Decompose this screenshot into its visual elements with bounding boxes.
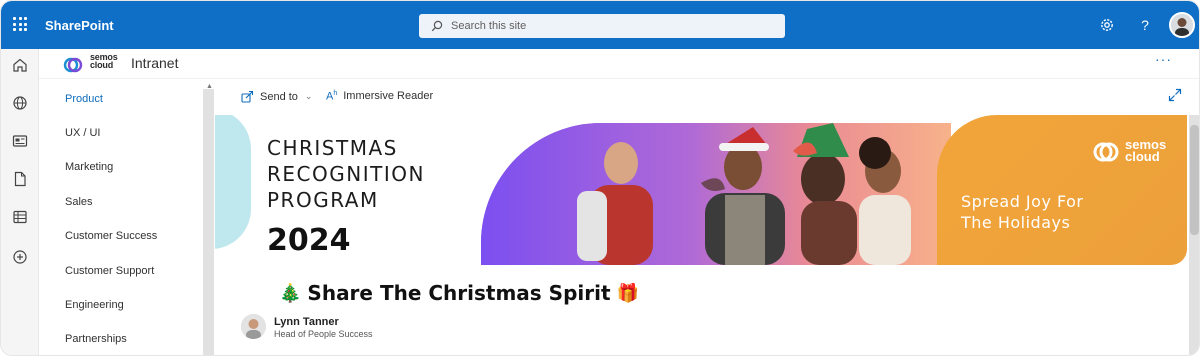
help-icon[interactable]: ? <box>1136 16 1154 34</box>
nav-item-partnerships[interactable]: Partnerships <box>65 333 127 345</box>
banner-year: 2024 <box>267 223 351 258</box>
banner-tagline-line1: Spread Joy For <box>961 192 1084 211</box>
immersive-reader-button[interactable]: Ah Immersive Reader <box>326 90 433 103</box>
semos-cloud-logo-white-icon <box>1093 142 1119 162</box>
nav-item-engineering[interactable]: Engineering <box>65 299 124 311</box>
banner-title-line1: CHRISTMAS <box>267 136 398 160</box>
user-avatar[interactable] <box>1169 12 1195 38</box>
page-scrollbar-thumb[interactable] <box>1190 125 1199 235</box>
author-name[interactable]: Lynn Tanner <box>274 316 339 328</box>
search-icon <box>431 20 443 32</box>
sharepoint-window: SharePoint Search this site ? semos clou… <box>0 0 1200 356</box>
nav-scrollbar[interactable]: ▲ <box>203 83 214 355</box>
chevron-down-icon: ⌄ <box>304 91 313 101</box>
site-logo-text: semos cloud <box>90 53 118 70</box>
banner-photo <box>481 123 951 265</box>
app-bar <box>1 49 39 355</box>
site-logo-line2: cloud <box>90 60 113 70</box>
home-icon[interactable] <box>12 57 28 73</box>
search-placeholder: Search this site <box>451 20 527 32</box>
file-icon[interactable] <box>12 171 28 187</box>
article-title: Share The Christmas Spirit <box>307 281 611 305</box>
banner-tagline: Spread Joy For The Holidays <box>961 191 1084 233</box>
nav-item-product[interactable]: Product <box>65 93 103 105</box>
article-headline: 🎄 Share The Christmas Spirit 🎁 <box>273 281 645 305</box>
list-icon[interactable] <box>12 209 28 225</box>
author-role: Head of People Success <box>274 329 373 339</box>
banner-logo-line2: cloud <box>1125 149 1160 164</box>
banner-decoration <box>215 115 251 249</box>
site-title[interactable]: Intranet <box>131 55 178 71</box>
author-photo <box>241 314 266 339</box>
settings-icon[interactable] <box>1098 16 1116 34</box>
semos-cloud-logo-icon[interactable] <box>63 55 83 75</box>
gift-icon: 🎁 <box>616 282 639 304</box>
search-input[interactable]: Search this site <box>419 14 785 38</box>
command-bar: Send to ⌄ Ah Immersive Reader <box>215 79 1199 115</box>
news-icon[interactable] <box>12 133 28 149</box>
add-icon[interactable] <box>12 249 28 265</box>
author-avatar[interactable] <box>241 314 266 339</box>
banner-logo-text: semos cloud <box>1125 138 1166 164</box>
site-navigation: Product UX / UI Marketing Sales Customer… <box>39 79 215 355</box>
send-to-label: Send to <box>260 90 298 103</box>
user-photo <box>1171 14 1193 36</box>
page-scrollbar[interactable] <box>1189 115 1199 355</box>
christmas-tree-icon: 🎄 <box>279 282 302 304</box>
more-options-button[interactable]: ··· <box>1155 51 1172 67</box>
waffle-icon[interactable] <box>13 17 27 31</box>
people-celebrating-image <box>481 123 951 265</box>
nav-item-customer-support[interactable]: Customer Support <box>65 265 154 277</box>
banner-tagline-line2: The Holidays <box>961 213 1071 232</box>
scroll-up-arrow-icon[interactable]: ▲ <box>206 83 213 90</box>
nav-item-marketing[interactable]: Marketing <box>65 161 113 173</box>
banner-title-line3: PROGRAM <box>267 188 379 212</box>
site-header: semos cloud Intranet ··· <box>39 49 1199 79</box>
banner-title-line2: RECOGNITION <box>267 162 425 186</box>
share-icon <box>241 90 254 103</box>
app-name[interactable]: SharePoint <box>45 18 114 33</box>
expand-icon[interactable] <box>1168 88 1182 102</box>
nav-item-customer-success[interactable]: Customer Success <box>65 230 157 242</box>
send-to-button[interactable]: Send to ⌄ <box>241 90 312 103</box>
nav-item-sales[interactable]: Sales <box>65 196 93 208</box>
immersive-reader-icon: Ah <box>326 90 338 103</box>
banner-title: CHRISTMAS RECOGNITION PROGRAM <box>267 135 425 213</box>
nav-item-ux-ui[interactable]: UX / UI <box>65 127 100 139</box>
suite-bar: SharePoint Search this site ? <box>1 1 1199 49</box>
immersive-reader-label: Immersive Reader <box>343 90 434 103</box>
hero-banner: CHRISTMAS RECOGNITION PROGRAM 2024 semos… <box>215 115 1187 265</box>
globe-icon[interactable] <box>12 95 28 111</box>
